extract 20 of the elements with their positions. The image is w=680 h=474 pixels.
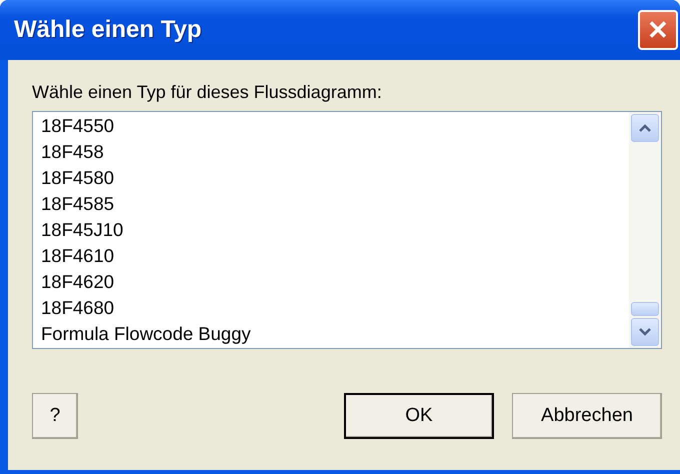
list-item[interactable]: 18F4620 xyxy=(41,269,621,295)
type-list[interactable]: 18F4550 18F458 18F4580 18F4585 18F45J10 18F4610 18F4620 18F4680 Formula Flowcode Buggy xyxy=(32,111,662,349)
scrollbar[interactable] xyxy=(629,112,661,348)
window-title: Wähle einen Typ xyxy=(14,16,202,44)
dialog-button[interactable]: Abbrechen xyxy=(512,393,662,439)
list-item[interactable]: 18F45J10 xyxy=(41,217,621,243)
list-item[interactable]: 18F4610 xyxy=(41,243,621,269)
list-item[interactable]: 18F4680 xyxy=(41,295,621,321)
dialog-button[interactable]: OK xyxy=(344,393,494,439)
scroll-up-icon[interactable] xyxy=(631,114,659,142)
scroll-down-icon[interactable] xyxy=(631,318,659,346)
list-item[interactable]: 18F4585 xyxy=(41,191,621,217)
list-item[interactable]: Formula Flowcode Buggy xyxy=(41,321,621,347)
list-item[interactable]: 18F4550 xyxy=(41,113,621,139)
list-item[interactable]: 18F4580 xyxy=(41,165,621,191)
list-item[interactable]: 18F458 xyxy=(41,139,621,165)
prompt-label: Wähle einen Typ für dieses Flussdiagramm: xyxy=(32,82,383,103)
close-button[interactable]: ✕ xyxy=(638,10,678,50)
help-button[interactable]: ? xyxy=(32,393,78,439)
scroll-thumb[interactable] xyxy=(631,302,659,316)
